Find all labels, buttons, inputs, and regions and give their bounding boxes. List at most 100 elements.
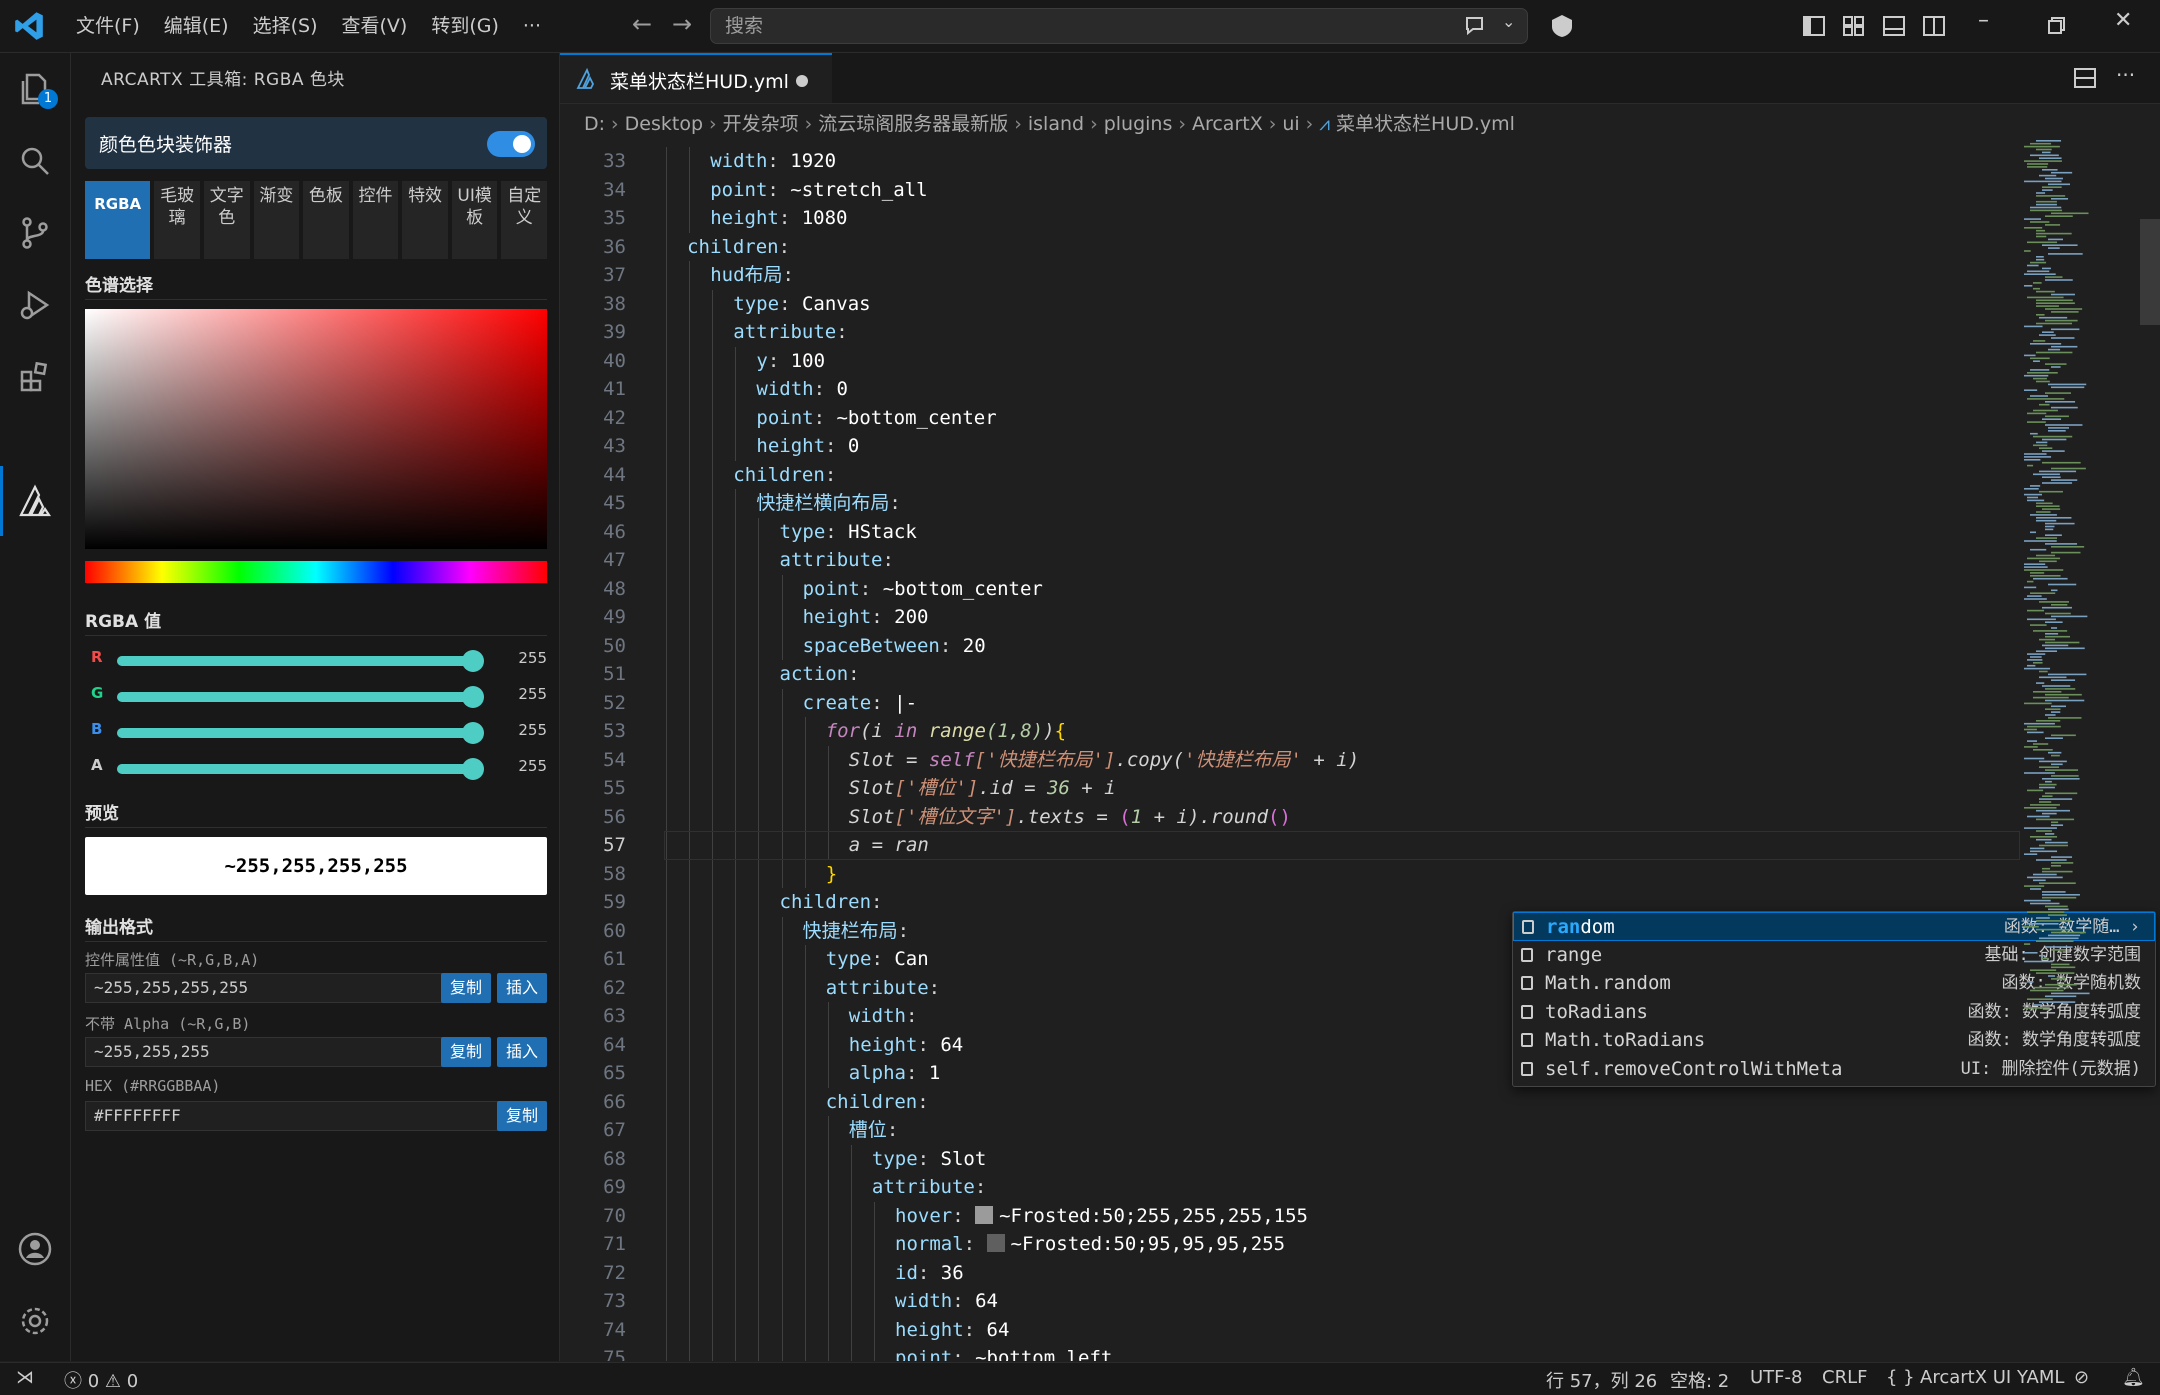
command-center-search[interactable]: 搜索 [710, 8, 1528, 44]
code-line[interactable]: 46 type: HStack [560, 517, 2020, 546]
run-debug-icon[interactable] [17, 287, 53, 323]
code-line[interactable]: 48 point: ~bottom_center [560, 574, 2020, 603]
account-icon[interactable] [17, 1231, 53, 1267]
code-line[interactable]: 69 attribute: [560, 1173, 2020, 1202]
language-mode[interactable]: ArcartX UI YAML [1920, 1367, 2064, 1388]
code-line[interactable]: 45 快捷栏横向布局: [560, 489, 2020, 518]
insert-button[interactable]: 插入 [497, 1037, 547, 1067]
copy-button[interactable]: 复制 [497, 1101, 547, 1131]
suggestion-item[interactable]: Math.toRadians 函数: 数学角度转弧度 [1513, 1026, 2155, 1055]
breadcrumb-item[interactable]: 菜单状态栏HUD.yml [1336, 113, 1515, 135]
end-of-line[interactable]: CRLF [1822, 1367, 1867, 1388]
hue-slider[interactable] [85, 561, 547, 583]
insert-button[interactable]: 插入 [497, 973, 547, 1003]
suggestion-item[interactable]: self.removeControlWithMeta UI: 删除控件(元数据) [1513, 1055, 2155, 1084]
code-line[interactable]: 40 y: 100 [560, 346, 2020, 375]
extensions-icon[interactable] [17, 359, 53, 395]
code-line[interactable]: 36 children: [560, 232, 2020, 261]
cursor-position[interactable]: 行 57，列 26 [1546, 1367, 1657, 1393]
code-line[interactable]: 43 height: 0 [560, 432, 2020, 461]
slider-track[interactable] [117, 758, 484, 780]
tab-ui-template[interactable]: UI模板 [451, 181, 498, 259]
code-line[interactable]: 33 width: 1920 [560, 147, 2020, 176]
color-swatch[interactable] [986, 1234, 1005, 1252]
code-line[interactable]: 56 Slot['槽位文字'].texts = (1 + i).round() [560, 802, 2020, 831]
tab-controls[interactable]: 控件 [352, 181, 399, 259]
tab-frosted[interactable]: 毛玻璃 [154, 181, 200, 259]
copilot-chat-icon[interactable] [1462, 12, 1490, 40]
account-shield-icon[interactable] [1548, 12, 1576, 40]
code-line[interactable]: 51 action: [560, 660, 2020, 689]
arcartx-toolbox-icon[interactable] [17, 483, 53, 519]
menu-edit[interactable]: 编辑(E) [152, 0, 241, 52]
code-line[interactable]: 58} [560, 859, 2020, 888]
breadcrumb-item[interactable]: island [1028, 113, 1084, 135]
notifications-bell-icon[interactable]: 🔔︎ [2122, 1367, 2145, 1388]
output-field-hex[interactable]: #FFFFFFFF [85, 1101, 505, 1131]
code-line[interactable]: 47 attribute: [560, 546, 2020, 575]
close-icon[interactable]: ✕ [2114, 8, 2142, 36]
tab-gradient[interactable]: 渐变 [253, 181, 300, 259]
toggle-panel-icon[interactable] [1880, 12, 1908, 40]
code-line[interactable]: 37 hud布局: [560, 261, 2020, 290]
breadcrumb-item[interactable]: 开发杂项 [723, 113, 799, 135]
slider-handle[interactable] [462, 722, 484, 744]
output-field-rgba[interactable]: ~255,255,255,255 [85, 973, 449, 1003]
scrollbar-thumb[interactable] [2140, 219, 2160, 325]
remote-icon[interactable]: ⋊ [16, 1367, 34, 1388]
menu-goto[interactable]: 转到(G) [419, 0, 511, 52]
menu-more[interactable]: ··· [511, 0, 553, 52]
search-icon[interactable] [17, 143, 53, 179]
code-line[interactable]: 57 a = ran [560, 831, 2020, 860]
tab-custom[interactable]: 自定义 [501, 181, 548, 259]
breadcrumb-item[interactable]: ui [1282, 113, 1299, 135]
menu-select[interactable]: 选择(S) [241, 0, 330, 52]
tab-palette[interactable]: 色板 [303, 181, 349, 259]
code-line[interactable]: 52 create: |- [560, 688, 2020, 717]
code-line[interactable]: 71 normal: ~Frosted:50;95,95,95,255 [560, 1230, 2020, 1259]
menu-file[interactable]: 文件(F) [64, 0, 152, 52]
code-line[interactable]: 70 hover: ~Frosted:50;255,255,255,155 [560, 1201, 2020, 1230]
slider-handle[interactable] [462, 686, 484, 708]
code-line[interactable]: 67 槽位: [560, 1116, 2020, 1145]
code-line[interactable]: 41 width: 0 [560, 375, 2020, 404]
color-spectrum-picker[interactable] [85, 309, 547, 549]
customize-layout-icon[interactable] [1840, 12, 1868, 40]
code-line[interactable]: 34 point: ~stretch_all [560, 175, 2020, 204]
code-line[interactable]: 39 attribute: [560, 318, 2020, 347]
source-control-icon[interactable] [17, 215, 53, 251]
forward-arrow-icon[interactable]: → [672, 10, 692, 38]
toggle-sidebar-icon[interactable] [1800, 12, 1828, 40]
output-field-rgb[interactable]: ~255,255,255 [85, 1037, 449, 1067]
copilot-status-icon[interactable]: ⊘ [2074, 1367, 2089, 1388]
breadcrumb-item[interactable]: D: [584, 113, 605, 135]
code-line[interactable]: 53 for(i in range(1,8)){ [560, 717, 2020, 746]
code-editor[interactable]: 33 width: 1920 34 point: ~stretch_all 35 heig… [560, 147, 2020, 1361]
code-line[interactable]: 42 point: ~bottom_center [560, 403, 2020, 432]
code-line[interactable]: 66 children: [560, 1087, 2020, 1116]
code-line[interactable]: 55 Slot['槽位'].id = 36 + i [560, 774, 2020, 803]
toggle-secondary-sidebar-icon[interactable] [1920, 12, 1948, 40]
slider-handle[interactable] [462, 758, 484, 780]
code-line[interactable]: 72 id: 36 [560, 1258, 2020, 1287]
editor-tab-hud-yml[interactable]: 菜单状态栏HUD.yml [560, 53, 832, 103]
code-line[interactable]: 68 type: Slot [560, 1144, 2020, 1173]
color-decorator-toggle[interactable] [487, 131, 535, 157]
settings-gear-icon[interactable] [17, 1303, 53, 1339]
slider-track[interactable] [117, 686, 484, 708]
breadcrumb-item[interactable]: plugins [1104, 113, 1173, 135]
tab-rgba[interactable]: RGBA [85, 181, 151, 259]
code-line[interactable]: 54 Slot = self['快捷栏布局'].copy('快捷栏布局' + i) [560, 745, 2020, 774]
problems-indicator[interactable]: ⓧ 0 ⚠ 0 [64, 1367, 138, 1393]
more-actions-icon[interactable]: ··· [2116, 63, 2135, 87]
code-line[interactable]: 74 height: 64 [560, 1315, 2020, 1344]
tab-text-color[interactable]: 文字色 [203, 181, 250, 259]
code-line[interactable]: 44 children: [560, 460, 2020, 489]
code-line[interactable]: 50 spaceBetween: 20 [560, 631, 2020, 660]
color-swatch[interactable] [975, 1205, 994, 1224]
unsaved-dot-icon[interactable] [796, 75, 808, 87]
copy-button[interactable]: 复制 [441, 973, 491, 1003]
breadcrumb-item[interactable]: ArcartX [1192, 113, 1263, 135]
tab-effects[interactable]: 特效 [402, 181, 448, 259]
code-line[interactable]: 35 height: 1080 [560, 204, 2020, 233]
